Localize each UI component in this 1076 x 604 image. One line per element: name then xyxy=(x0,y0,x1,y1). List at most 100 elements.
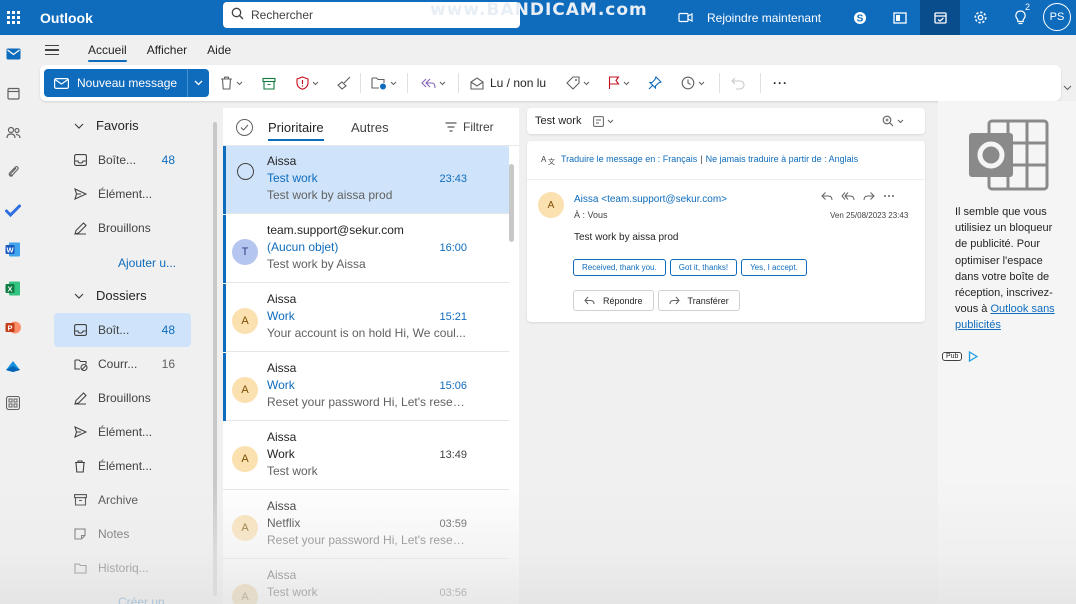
favorites-header[interactable]: Favoris xyxy=(74,118,139,133)
tag-icon xyxy=(566,76,580,90)
app-name[interactable]: Outlook xyxy=(40,10,93,26)
tab-home[interactable]: Accueil xyxy=(88,35,127,65)
suggested-reply-chip[interactable]: Received, thank you. xyxy=(573,259,666,276)
people-icon[interactable] xyxy=(4,123,22,141)
folders-header[interactable]: Dossiers xyxy=(74,288,147,303)
app-launcher-button[interactable] xyxy=(0,0,26,35)
svg-text:A: A xyxy=(541,155,547,164)
message-sender: Aissa xyxy=(267,568,297,582)
chevron-down-icon xyxy=(74,293,84,299)
sweep-button[interactable] xyxy=(337,74,352,92)
forward-label: Transférer xyxy=(687,295,729,306)
folder-inbox[interactable]: Boît... 48 xyxy=(54,313,191,347)
checkmark-icon xyxy=(240,124,249,131)
archive-icon xyxy=(262,77,276,90)
message-sender: Aissa xyxy=(267,499,297,513)
chevron-down-icon[interactable] xyxy=(897,119,904,124)
translate-bar: A文 Traduire le message en : Français | N… xyxy=(541,154,859,165)
ad-message: Il semble que vous utilisiez un bloqueur… xyxy=(955,204,1067,334)
tab-focused[interactable]: Prioritaire xyxy=(268,120,324,141)
favorite-drafts[interactable]: Brouillons xyxy=(54,211,191,245)
folder-notes[interactable]: Notes xyxy=(54,517,191,551)
message-item[interactable]: A Aissa Work 15:06 Reset your password H… xyxy=(223,353,509,421)
folder-drafts[interactable]: Brouillons xyxy=(54,381,191,415)
more-options-button[interactable]: ··· xyxy=(773,74,788,92)
more-icon[interactable] xyxy=(883,191,895,201)
add-favorite-link[interactable]: Ajouter u... xyxy=(118,256,176,270)
move-to-button[interactable] xyxy=(371,74,397,92)
word-icon[interactable]: W xyxy=(4,240,22,258)
filter-button[interactable]: Filtrer xyxy=(445,120,494,134)
translate-link[interactable]: Traduire le message en : Français xyxy=(561,154,697,164)
onedrive-icon[interactable] xyxy=(4,357,22,375)
message-item[interactable]: T team.support@sekur.com (Aucun objet) 1… xyxy=(223,215,509,283)
pin-button[interactable] xyxy=(648,74,662,92)
mail-icon[interactable] xyxy=(4,45,22,63)
message-list-scrollbar[interactable] xyxy=(509,164,514,242)
favorite-inbox[interactable]: Boîte... 48 xyxy=(54,143,191,177)
read-unread-button[interactable]: Lu / non lu xyxy=(470,74,546,92)
folder-sent[interactable]: Élément... xyxy=(54,415,191,449)
folder-junk[interactable]: Courr... 16 xyxy=(54,347,191,381)
forward-button[interactable]: Transférer xyxy=(657,290,740,311)
calendar-icon[interactable] xyxy=(4,84,22,102)
svg-text:文: 文 xyxy=(548,157,555,165)
suggested-reply-chip[interactable]: Got it, thanks! xyxy=(669,259,738,276)
reply-all-icon[interactable] xyxy=(841,191,855,201)
reply-all-button[interactable] xyxy=(420,74,446,92)
folder-deleted[interactable]: Élément... xyxy=(54,449,191,483)
tips-button[interactable]: 2 xyxy=(1000,0,1040,35)
undo-button[interactable] xyxy=(731,74,745,92)
select-message-radio[interactable] xyxy=(237,163,254,180)
categorize-button[interactable] xyxy=(566,74,590,92)
create-folder-link[interactable]: Créer un... xyxy=(118,595,175,604)
reply-button[interactable]: Répondre xyxy=(573,290,654,311)
snooze-button[interactable] xyxy=(681,74,705,92)
zoom-icon[interactable] xyxy=(882,115,894,127)
settings-button[interactable] xyxy=(960,0,1000,35)
my-day-button[interactable] xyxy=(920,0,960,35)
delete-button[interactable] xyxy=(220,74,243,92)
folder-scrollbar[interactable] xyxy=(213,122,217,596)
message-item[interactable]: A Aissa Test work 03:56 xyxy=(223,560,509,604)
suggested-reply-chip[interactable]: Yes, I accept. xyxy=(741,259,807,276)
hamburger-icon[interactable] xyxy=(34,44,70,56)
office-button[interactable] xyxy=(880,0,920,35)
join-now-button[interactable]: Rejoindre maintenant xyxy=(678,0,821,35)
powerpoint-icon[interactable]: P xyxy=(4,318,22,336)
adchoices-icon[interactable] xyxy=(968,351,978,362)
new-message-button[interactable]: Nouveau message xyxy=(44,69,209,97)
archive-button[interactable] xyxy=(262,74,276,92)
excel-icon[interactable]: X xyxy=(4,279,22,297)
report-button[interactable] xyxy=(296,74,319,92)
tab-help[interactable]: Aide xyxy=(207,35,231,65)
forward-icon[interactable] xyxy=(863,191,875,201)
new-message-dropdown[interactable] xyxy=(187,69,209,97)
chevron-down-icon[interactable] xyxy=(607,119,614,124)
tab-view[interactable]: Afficher xyxy=(147,35,187,65)
folder-archive[interactable]: Archive xyxy=(54,483,191,517)
folder-history[interactable]: Historiq... xyxy=(54,551,191,585)
todo-icon[interactable] xyxy=(4,201,22,219)
flag-button[interactable] xyxy=(608,74,630,92)
message-item[interactable]: Aissa Test work 23:43 Test work by aissa… xyxy=(223,146,509,214)
message-item[interactable]: A Aissa Work 15:21 Your account is on ho… xyxy=(223,284,509,352)
flag-icon xyxy=(608,76,620,89)
video-call-icon xyxy=(678,12,693,23)
favorite-sent[interactable]: Élément... xyxy=(54,177,191,211)
folder-label: Brouillons xyxy=(98,391,151,405)
message-item[interactable]: A Aissa Work 13:49 Test work xyxy=(223,422,509,490)
never-translate-link[interactable]: Ne jamais traduire à partir de : Anglais xyxy=(706,154,859,164)
email-from[interactable]: Aissa <team.support@sekur.com> xyxy=(574,194,727,205)
account-avatar[interactable]: PS xyxy=(1043,3,1071,31)
paperclip-icon[interactable] xyxy=(4,162,22,180)
message-item[interactable]: A Aissa Netflix 03:59 Reset your passwor… xyxy=(223,491,509,559)
select-all-checkbox[interactable] xyxy=(236,119,253,136)
skype-button[interactable]: S xyxy=(840,0,880,35)
tab-other[interactable]: Autres xyxy=(351,120,389,135)
more-apps-icon[interactable] xyxy=(4,394,22,412)
collapse-ribbon-icon[interactable] xyxy=(1063,85,1072,91)
summary-icon[interactable] xyxy=(593,115,605,127)
note-icon xyxy=(74,528,90,540)
reply-icon[interactable] xyxy=(821,191,833,201)
